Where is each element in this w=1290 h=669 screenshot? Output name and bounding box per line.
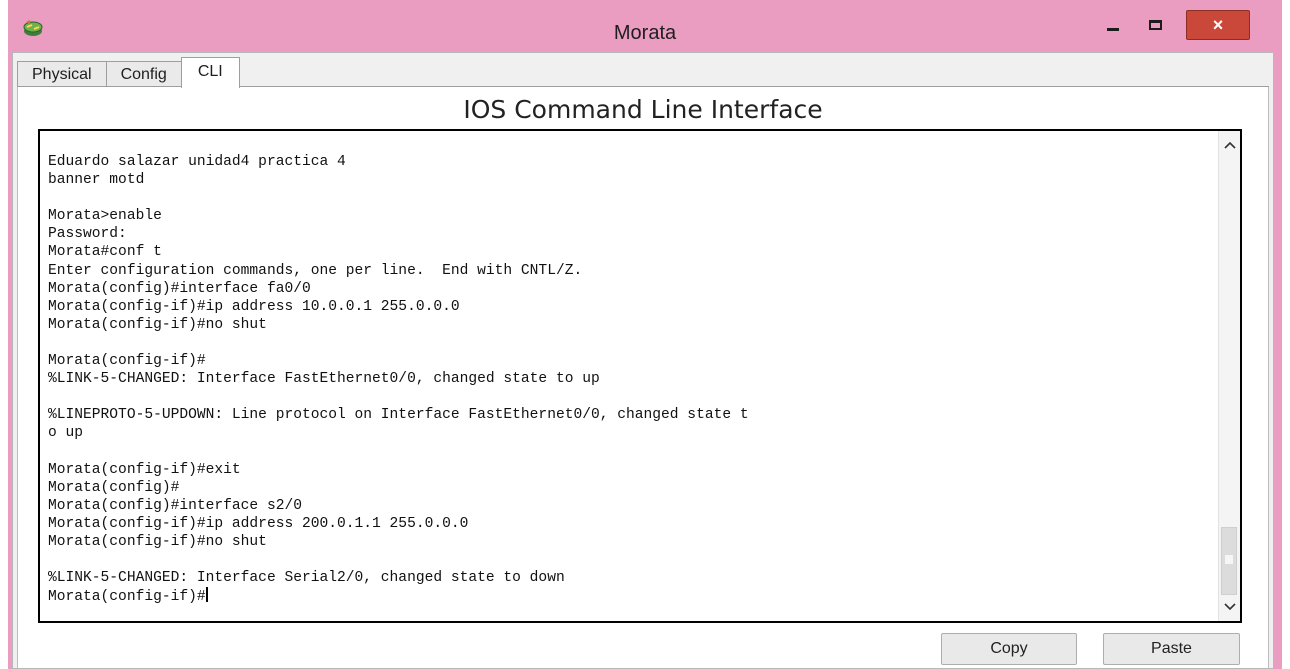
title-bar[interactable]: Morata ×	[8, 0, 1282, 52]
chevron-up-icon[interactable]	[1224, 141, 1236, 149]
window-title: Morata	[613, 22, 677, 44]
terminal-text: Eduardo salazar unidad4 practica 4 banne…	[48, 154, 749, 606]
close-icon: ×	[1212, 14, 1224, 35]
minimize-icon	[1107, 27, 1119, 31]
paste-button[interactable]: Paste	[1103, 633, 1240, 665]
thumb-grip	[1225, 555, 1233, 564]
minimize-button[interactable]	[1096, 12, 1130, 38]
maximize-button[interactable]	[1138, 12, 1172, 38]
router-window: Morata × Physical Config CLI IOS Command…	[8, 0, 1282, 669]
window-client-area: Physical Config CLI IOS Command Line Int…	[12, 52, 1274, 669]
maximize-icon	[1148, 20, 1162, 30]
tab-physical[interactable]: Physical	[17, 61, 107, 88]
copy-button[interactable]: Copy	[941, 633, 1077, 665]
cli-panel: IOS Command Line Interface Eduardo salaz…	[17, 87, 1269, 668]
tab-cli[interactable]: CLI	[180, 57, 240, 88]
vertical-scrollbar[interactable]	[1218, 131, 1240, 621]
scrollbar-thumb[interactable]	[1221, 527, 1237, 595]
tab-config[interactable]: Config	[105, 61, 182, 88]
tab-bar: Physical Config CLI	[17, 57, 240, 88]
cli-heading: IOS Command Line Interface	[463, 95, 823, 124]
terminal-output[interactable]: Eduardo salazar unidad4 practica 4 banne…	[48, 153, 749, 606]
chevron-down-icon[interactable]	[1224, 603, 1236, 611]
text-cursor	[205, 587, 208, 603]
close-button[interactable]: ×	[1186, 10, 1250, 40]
cli-terminal[interactable]: Eduardo salazar unidad4 practica 4 banne…	[38, 129, 1242, 623]
